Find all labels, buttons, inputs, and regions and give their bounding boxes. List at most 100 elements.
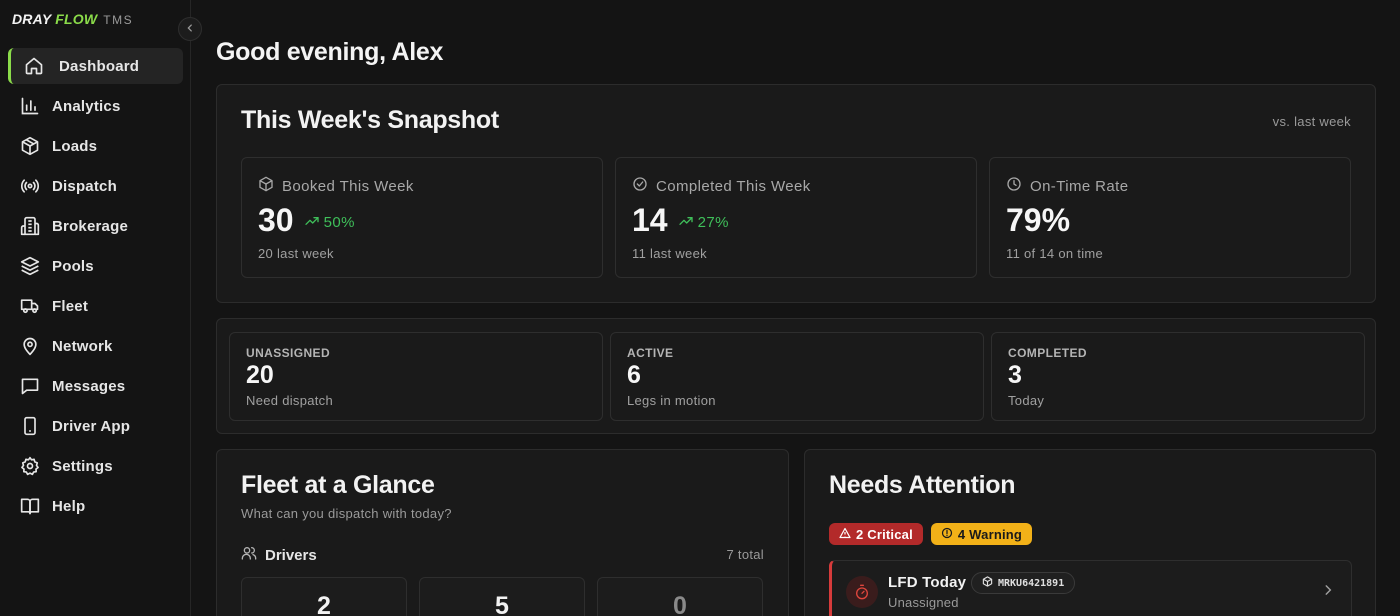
attention-item[interactable]: LFD Today Unassigned MRKU6421891 bbox=[829, 560, 1352, 616]
card-subtext: 20 last week bbox=[258, 246, 334, 261]
timer-icon bbox=[846, 576, 878, 608]
sidebar-item-label: Brokerage bbox=[52, 217, 129, 235]
sidebar-item-settings[interactable]: Settings bbox=[8, 448, 183, 484]
trend-value: 50% bbox=[323, 214, 355, 231]
map-pin-icon bbox=[20, 336, 40, 356]
sidebar-item-label: Fleet bbox=[52, 297, 89, 315]
container-number-tag[interactable]: MRKU6421891 bbox=[971, 572, 1076, 594]
card-label: Booked This Week bbox=[282, 177, 414, 195]
stat-label: COMPLETED bbox=[1008, 346, 1087, 360]
section-title: Fleet at a Glance bbox=[241, 471, 435, 499]
stat-unassigned[interactable]: UNASSIGNED 20 Need dispatch bbox=[229, 332, 603, 421]
on-time-rate-card[interactable]: On-Time Rate 79% 11 of 14 on time bbox=[989, 157, 1351, 278]
sidebar-nav: Dashboard Analytics Loads Dispatch Broke… bbox=[8, 48, 183, 528]
trend-indicator: 50% bbox=[304, 213, 355, 233]
stat-value: 3 bbox=[1008, 361, 1022, 389]
card-label: On-Time Rate bbox=[1030, 177, 1129, 195]
page-greeting: Good evening, Alex bbox=[216, 38, 444, 66]
trend-indicator: 27% bbox=[678, 213, 729, 233]
app-logo[interactable]: DRAY FLOW TMS bbox=[12, 11, 133, 27]
sidebar-item-label: Dashboard bbox=[59, 57, 140, 75]
drivers-header: Drivers bbox=[241, 545, 317, 565]
sidebar-item-label: Analytics bbox=[52, 97, 121, 115]
radio-icon bbox=[20, 176, 40, 196]
check-circle-icon bbox=[632, 176, 648, 196]
smartphone-icon bbox=[20, 416, 40, 436]
sidebar-item-label: Settings bbox=[52, 457, 113, 475]
product-label: TMS bbox=[103, 13, 134, 27]
booked-this-week-card[interactable]: Booked This Week 30 50% 20 last week bbox=[241, 157, 603, 278]
driver-count-card[interactable]: 0 bbox=[597, 577, 763, 616]
sidebar-item-label: Loads bbox=[52, 137, 98, 155]
card-value: 30 bbox=[258, 202, 294, 238]
sidebar-item-label: Messages bbox=[52, 377, 126, 395]
sidebar-item-loads[interactable]: Loads bbox=[8, 128, 183, 164]
driver-count: 2 bbox=[317, 592, 331, 616]
brand-name: DRAY FLOW bbox=[12, 11, 98, 27]
snapshot-title: This Week's Snapshot bbox=[241, 106, 499, 134]
chevron-left-icon bbox=[185, 20, 195, 38]
driver-count-card[interactable]: 2 bbox=[241, 577, 407, 616]
sidebar-item-dispatch[interactable]: Dispatch bbox=[8, 168, 183, 204]
sidebar-item-fleet[interactable]: Fleet bbox=[8, 288, 183, 324]
sidebar-item-label: Help bbox=[52, 497, 86, 515]
driver-count-card[interactable]: 5 bbox=[419, 577, 585, 616]
sidebar-item-label: Driver App bbox=[52, 417, 131, 435]
collapse-sidebar-button[interactable] bbox=[178, 17, 202, 41]
sidebar-item-label: Network bbox=[52, 337, 113, 355]
severity-badges: 2 Critical 4 Warning bbox=[829, 523, 1033, 545]
sidebar-item-messages[interactable]: Messages bbox=[8, 368, 183, 404]
sidebar-item-network[interactable]: Network bbox=[8, 328, 183, 364]
critical-badge[interactable]: 2 Critical bbox=[829, 523, 923, 545]
layers-icon bbox=[20, 256, 40, 276]
stat-label: ACTIVE bbox=[627, 346, 674, 360]
stat-active[interactable]: ACTIVE 6 Legs in motion bbox=[610, 332, 984, 421]
home-icon bbox=[24, 56, 44, 76]
fleet-at-a-glance-panel: Fleet at a Glance What can you dispatch … bbox=[216, 449, 789, 616]
stat-subtext: Need dispatch bbox=[246, 393, 334, 408]
needs-attention-panel: Needs Attention 2 Critical 4 Warning LFD… bbox=[804, 449, 1376, 616]
card-value: 79% bbox=[1006, 202, 1071, 238]
alert-triangle-icon bbox=[839, 527, 851, 542]
container-number: MRKU6421891 bbox=[998, 577, 1065, 589]
section-title: Needs Attention bbox=[829, 471, 1016, 499]
badge-label: 2 Critical bbox=[856, 526, 913, 542]
alert-circle-icon bbox=[941, 527, 953, 542]
weekly-snapshot-panel: This Week's Snapshot vs. last week Booke… bbox=[216, 84, 1376, 303]
warning-badge[interactable]: 4 Warning bbox=[930, 523, 1033, 545]
stat-completed[interactable]: COMPLETED 3 Today bbox=[991, 332, 1365, 421]
card-value: 14 bbox=[632, 202, 668, 238]
badge-label: 4 Warning bbox=[957, 526, 1023, 542]
sidebar-item-help[interactable]: Help bbox=[8, 488, 183, 524]
stat-subtext: Today bbox=[1008, 393, 1045, 408]
sidebar-item-pools[interactable]: Pools bbox=[8, 248, 183, 284]
package-icon bbox=[258, 176, 274, 196]
package-icon bbox=[20, 136, 40, 156]
gear-icon bbox=[20, 456, 40, 476]
chevron-right-icon bbox=[1321, 583, 1335, 602]
building-icon bbox=[20, 216, 40, 236]
drivers-total: 7 total bbox=[726, 547, 764, 562]
comparison-label: vs. last week bbox=[1272, 114, 1351, 129]
stat-value: 6 bbox=[627, 361, 641, 389]
sidebar-item-brokerage[interactable]: Brokerage bbox=[8, 208, 183, 244]
section-subtitle: What can you dispatch with today? bbox=[241, 506, 452, 521]
sidebar-item-analytics[interactable]: Analytics bbox=[8, 88, 183, 124]
sidebar-item-label: Pools bbox=[52, 257, 94, 275]
package-icon bbox=[982, 576, 993, 590]
completed-this-week-card[interactable]: Completed This Week 14 27% 11 last week bbox=[615, 157, 977, 278]
trending-up-icon bbox=[678, 213, 694, 233]
driver-count: 5 bbox=[495, 592, 509, 616]
clock-icon bbox=[1006, 176, 1022, 196]
bar-chart-icon bbox=[20, 96, 40, 116]
attention-item-status: Unassigned bbox=[888, 595, 959, 610]
sidebar: DRAY FLOW TMS Dashboard Analytics Loads … bbox=[0, 0, 191, 616]
card-subtext: 11 of 14 on time bbox=[1006, 246, 1104, 261]
users-icon bbox=[241, 545, 257, 565]
sidebar-item-driver-app[interactable]: Driver App bbox=[8, 408, 183, 444]
message-square-icon bbox=[20, 376, 40, 396]
trend-value: 27% bbox=[697, 214, 729, 231]
book-icon bbox=[20, 496, 40, 516]
trending-up-icon bbox=[304, 213, 320, 233]
sidebar-item-dashboard[interactable]: Dashboard bbox=[8, 48, 183, 84]
